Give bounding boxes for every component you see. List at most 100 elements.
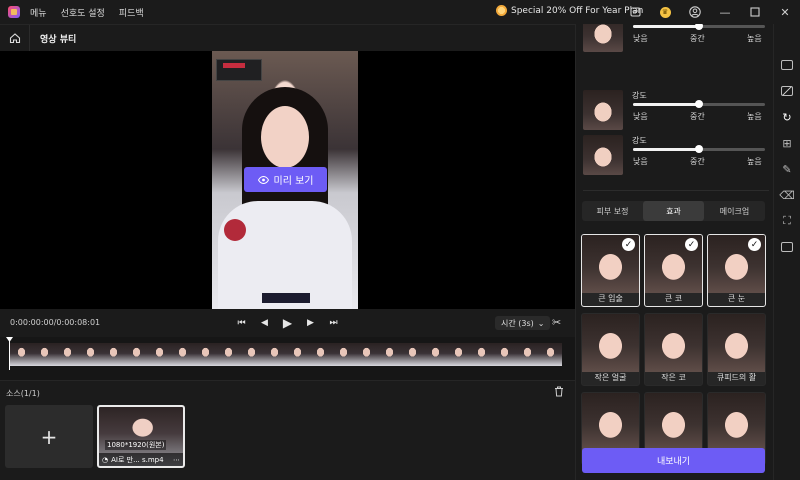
chevron-down-icon: ⌄ xyxy=(537,318,545,328)
prev-frame-button[interactable]: ◀ xyxy=(258,315,271,330)
edit-tool-button[interactable] xyxy=(780,84,794,98)
scale-high: 높음 xyxy=(747,34,762,43)
timeline-frame-thumbnail xyxy=(56,343,79,366)
checkmark-icon: ✓ xyxy=(622,238,635,251)
plus-icon: + xyxy=(40,424,58,449)
intensity-slider[interactable] xyxy=(633,145,765,153)
source-label: 소스(1/1) xyxy=(6,389,40,398)
menu-item-menu[interactable]: 메뉴 xyxy=(30,6,47,19)
export-tool-button[interactable] xyxy=(780,240,794,254)
duration-dropdown[interactable]: 시간 (3s) ⌄ xyxy=(495,316,551,330)
add-media-button[interactable]: + xyxy=(5,405,93,468)
minimize-icon: — xyxy=(719,5,731,19)
checkmark-icon: ✓ xyxy=(748,238,761,251)
slider-knob[interactable] xyxy=(695,145,703,153)
beauty-tool-button[interactable]: ↻ xyxy=(780,110,794,124)
effect-card[interactable]: ✓ 큰 코 xyxy=(644,234,703,307)
scale-high: 높음 xyxy=(747,112,762,121)
tab-makeup[interactable]: 메이크업 xyxy=(704,201,765,221)
slider-knob[interactable] xyxy=(695,100,703,108)
effect-card[interactable]: 작은 코 xyxy=(644,313,703,386)
eraser-tool-button[interactable]: ⌫ xyxy=(779,188,795,202)
timeline-frame-thumbnail xyxy=(493,343,516,366)
effect-card[interactable]: 작은 얼굴 xyxy=(581,313,640,386)
more-options-icon[interactable]: ⋯ xyxy=(173,456,180,464)
timeline-frame-thumbnail xyxy=(355,343,378,366)
timeline-frame-thumbnail xyxy=(102,343,125,366)
video-person-face xyxy=(261,106,309,168)
clip-resolution: 1080*1920(원본) xyxy=(105,440,167,450)
effect-card[interactable]: ✓ 큰 입술 xyxy=(581,234,640,307)
timeline-frame-thumbnail xyxy=(378,343,401,366)
timeline-frame-thumbnail xyxy=(539,343,562,366)
duration-value: 시간 (3s) xyxy=(501,318,534,328)
home-button[interactable] xyxy=(0,24,30,52)
delete-button[interactable] xyxy=(554,386,564,400)
app-logo-icon xyxy=(8,6,20,18)
intensity-slider[interactable] xyxy=(633,24,765,30)
timeline-frame-thumbnail xyxy=(516,343,539,366)
scissors-icon: ✂ xyxy=(552,316,562,329)
timeline[interactable] xyxy=(0,337,575,380)
slider-knob[interactable] xyxy=(695,24,703,30)
effect-card[interactable]: ✓ 큰 눈 xyxy=(707,234,766,307)
message-icon xyxy=(629,6,641,17)
beauty-settings-panel: 강도 낮음 중간 높음 강도 낮음 중간 높음 강도 낮음 중간 높음 피부 보… xyxy=(575,24,773,480)
scale-mid: 중간 xyxy=(690,112,705,121)
text-tool-button[interactable]: ✎ xyxy=(780,162,794,176)
crop-tool-button[interactable]: ⛶ xyxy=(780,214,794,228)
scale-mid: 중간 xyxy=(690,157,705,166)
pencil-icon: ✎ xyxy=(782,162,792,176)
grid-icon: ⊞ xyxy=(782,136,792,150)
page-title: 영상 뷰티 xyxy=(40,34,77,45)
broadcast-caption xyxy=(262,293,310,303)
effect-label: 작은 얼굴 xyxy=(594,373,627,382)
effect-preview-thumbnail xyxy=(708,393,765,451)
video-export-icon xyxy=(781,242,793,252)
menu-item-feedback[interactable]: 피드백 xyxy=(119,6,144,19)
skip-start-button[interactable]: ⏮ xyxy=(235,315,248,330)
timeline-frame-thumbnail xyxy=(263,343,286,366)
maximize-icon xyxy=(750,7,760,17)
next-frame-button[interactable]: ▶ xyxy=(304,315,317,330)
preview-button[interactable]: 미리 보기 xyxy=(244,167,327,192)
split-button[interactable]: ✂ xyxy=(552,316,561,329)
export-button[interactable]: 내보내기 xyxy=(582,448,765,473)
scoreboard-overlay xyxy=(216,59,262,81)
layout-tool-button[interactable]: ⊞ xyxy=(780,136,794,150)
effect-card[interactable]: 큐피드의 활 xyxy=(707,313,766,386)
timeline-thumbnail-strip xyxy=(10,343,562,366)
skip-end-button[interactable]: ⏭ xyxy=(327,315,340,330)
scale-low: 낮음 xyxy=(633,34,648,43)
promo-sun-icon xyxy=(496,5,507,16)
home-icon xyxy=(9,33,20,44)
maximize-button[interactable] xyxy=(740,0,770,24)
effect-preview-thumbnail xyxy=(645,393,702,451)
timeline-frame-thumbnail xyxy=(470,343,493,366)
skip-forward-icon: ⏭ xyxy=(329,317,338,328)
tab-bar: 영상 뷰티 xyxy=(0,24,575,52)
panel-divider xyxy=(583,190,769,191)
close-button[interactable]: ✕ xyxy=(770,0,800,24)
minimize-button[interactable]: — xyxy=(710,0,740,24)
play-button[interactable]: ▶ xyxy=(281,315,294,330)
effects-grid: ✓ 큰 입술 ✓ 큰 코 ✓ 큰 눈작은 얼굴 작은 코 큐피드의 활 xyxy=(581,234,767,465)
timeline-frame-thumbnail xyxy=(10,343,33,366)
timeline-frame-thumbnail xyxy=(148,343,171,366)
intensity-slider[interactable] xyxy=(633,100,765,108)
premium-button[interactable]: ♛ xyxy=(650,0,680,24)
trash-icon xyxy=(555,386,563,397)
video-tool-button[interactable] xyxy=(780,58,794,72)
intensity-label: 강도 xyxy=(632,91,647,100)
timeline-frame-thumbnail xyxy=(309,343,332,366)
notifications-button[interactable] xyxy=(620,0,650,24)
source-clip[interactable]: 1080*1920(원본) ◔ AI로 만... s.mp4 ⋯ xyxy=(97,405,185,468)
playhead[interactable] xyxy=(9,337,10,370)
account-button[interactable] xyxy=(680,0,710,24)
effect-label: 큰 눈 xyxy=(727,294,746,303)
beauty-icon: ↻ xyxy=(782,110,792,124)
timecode: 0:00:00:00/0:00:08:01 xyxy=(10,318,101,327)
tab-effects[interactable]: 효과 xyxy=(643,201,704,221)
menu-item-preferences[interactable]: 선호도 설정 xyxy=(61,6,105,19)
tab-skin-retouch[interactable]: 피부 보정 xyxy=(582,201,643,221)
